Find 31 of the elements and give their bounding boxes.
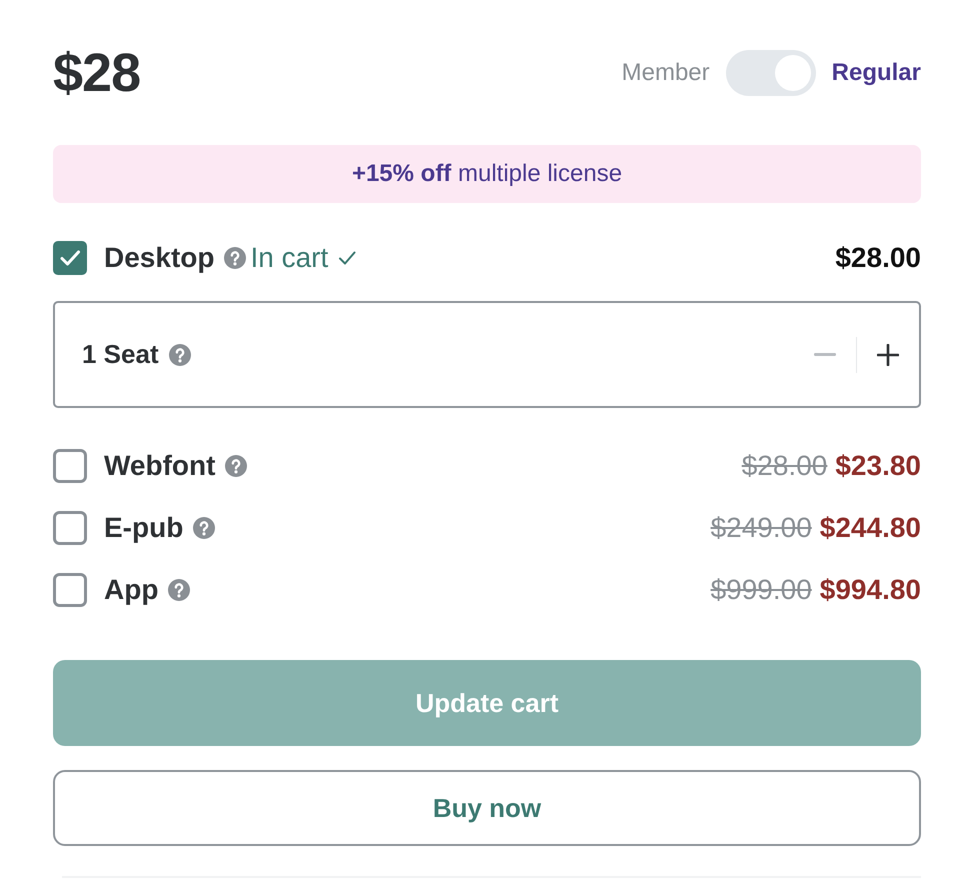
check-icon <box>338 250 356 266</box>
price-heading: $28 <box>53 46 140 100</box>
checkbox[interactable] <box>53 241 87 275</box>
license-name: Desktop <box>104 242 214 274</box>
pricing-option[interactable]: Member <box>622 58 710 88</box>
pricing-option[interactable]: Regular <box>832 58 921 88</box>
original-price: $999.00 <box>710 574 812 606</box>
minus-icon <box>814 353 836 356</box>
plus-icon <box>877 344 899 366</box>
checkbox[interactable] <box>53 573 87 607</box>
cart-status: In cart <box>250 242 328 274</box>
help-icon[interactable] <box>193 517 216 539</box>
license-price: $28.00 <box>835 242 921 274</box>
help-icon[interactable] <box>225 455 248 477</box>
sale-price: $244.80 <box>820 512 921 544</box>
checkbox[interactable] <box>53 449 87 483</box>
toggle-switch[interactable] <box>726 50 816 96</box>
sale-price: $23.80 <box>835 450 921 482</box>
original-price: $28.00 <box>742 450 828 482</box>
discount-banner: +15% off multiple license <box>53 145 921 203</box>
help-icon[interactable] <box>168 579 190 601</box>
help-icon[interactable] <box>224 247 246 269</box>
sale-price: $994.80 <box>820 574 921 606</box>
checkbox[interactable] <box>53 511 87 545</box>
license-name: E-pub <box>104 512 184 544</box>
original-price: $249.00 <box>710 512 812 544</box>
buy-button[interactable]: Buy now <box>53 770 921 846</box>
seat-count: 1 Seat <box>82 338 159 371</box>
help-icon[interactable] <box>168 344 191 366</box>
license-name: Webfont <box>104 450 216 482</box>
license-name: App <box>104 574 158 606</box>
